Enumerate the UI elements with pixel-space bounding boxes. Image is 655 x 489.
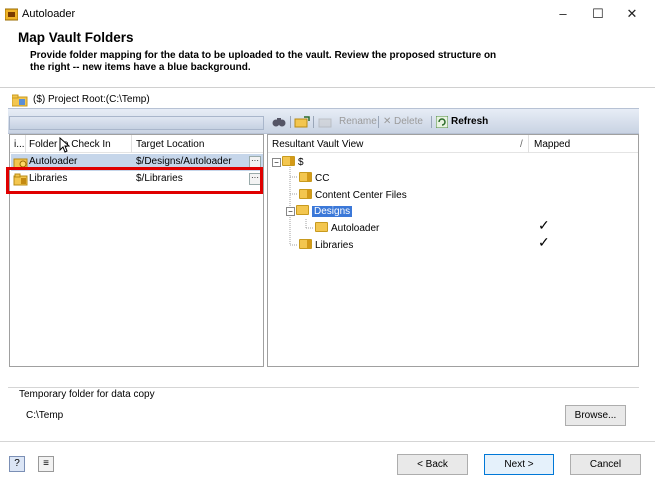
column-divider bbox=[528, 135, 529, 153]
autoloader-app-icon bbox=[4, 8, 19, 21]
tree-label: Libraries bbox=[315, 240, 354, 251]
tree-label: Designs bbox=[312, 206, 353, 217]
column-divider bbox=[25, 135, 26, 153]
tree-node-content-center-files[interactable]: Content Center Files bbox=[299, 189, 407, 201]
tree-label: Autoloader bbox=[331, 223, 380, 234]
col-header-mapped[interactable]: Mapped bbox=[534, 139, 570, 150]
toolbar-divider bbox=[378, 116, 379, 128]
temp-folder-path: C:\Temp bbox=[26, 410, 64, 421]
project-root-label: ($) Project Root:(C:\Temp) bbox=[33, 94, 150, 105]
browse-button[interactable]: Browse... bbox=[565, 405, 626, 426]
vault-folder-icon bbox=[299, 239, 312, 249]
footer-divider bbox=[0, 441, 655, 442]
col-header-target[interactable]: Target Location bbox=[136, 139, 204, 150]
tree-node-autoloader[interactable]: Autoloader bbox=[315, 222, 379, 234]
toolbar-divider bbox=[290, 116, 291, 128]
project-root-bar: ($) Project Root:(C:\Temp) bbox=[8, 94, 639, 107]
col-header-icon[interactable]: i... bbox=[14, 139, 25, 150]
collapse-toggle-icon[interactable]: − bbox=[286, 207, 295, 216]
red-highlight-annotation bbox=[6, 167, 263, 194]
header-divider bbox=[0, 87, 655, 88]
row-folder-name: Autoloader bbox=[29, 156, 78, 167]
tree-label: Content Center Files bbox=[315, 190, 407, 201]
row-target-location: $/Designs/Autoloader bbox=[136, 156, 232, 167]
minimize-button[interactable]: – bbox=[548, 4, 578, 24]
delete-x-icon: ✕ bbox=[383, 116, 392, 127]
grid-header: i... Folder to Check In Target Location bbox=[10, 135, 263, 153]
next-button[interactable]: Next > bbox=[484, 454, 554, 475]
help-icon[interactable]: ? bbox=[9, 456, 25, 472]
cancel-button[interactable]: Cancel bbox=[570, 454, 641, 475]
refresh-button[interactable]: Refresh bbox=[451, 116, 488, 127]
tree-node-cc[interactable]: CC bbox=[299, 172, 329, 184]
tree-node-designs[interactable]: − Designs bbox=[286, 205, 353, 217]
window-title: Autoloader bbox=[22, 8, 76, 20]
move-folder-icon[interactable] bbox=[318, 116, 334, 131]
vault-folder-icon bbox=[299, 172, 312, 182]
page-description: Provide folder mapping for the data to b… bbox=[30, 50, 497, 73]
vault-view-toolbar: Rename ✕ Delete Refresh bbox=[267, 113, 639, 131]
new-folder-icon[interactable] bbox=[294, 116, 310, 131]
tree-node-root[interactable]: − $ bbox=[272, 156, 304, 168]
open-folder-icon bbox=[296, 205, 309, 215]
tree-node-libraries[interactable]: Libraries bbox=[299, 239, 353, 251]
refresh-icon bbox=[435, 115, 449, 131]
rename-button[interactable]: Rename bbox=[339, 116, 377, 127]
back-button[interactable]: < Back bbox=[397, 454, 468, 475]
binoculars-icon[interactable] bbox=[272, 116, 286, 131]
vault-folder-icon bbox=[299, 189, 312, 199]
mapped-check-icon: ✓ bbox=[538, 234, 550, 250]
folder-icon bbox=[315, 222, 328, 232]
tree-label: $ bbox=[298, 157, 304, 168]
tree-label: CC bbox=[315, 173, 330, 184]
toolbar-divider bbox=[313, 116, 314, 128]
page-title: Map Vault Folders bbox=[18, 30, 134, 45]
column-divider bbox=[131, 135, 132, 153]
left-pane-toolbar bbox=[9, 116, 264, 130]
log-document-icon[interactable]: ≡ bbox=[38, 456, 54, 472]
close-button[interactable]: ✕ bbox=[617, 4, 647, 24]
vault-root-icon bbox=[282, 156, 295, 166]
resultant-vault-view: Resultant Vault View / Mapped − $ CC Cont… bbox=[267, 134, 639, 367]
collapse-toggle-icon[interactable]: − bbox=[272, 158, 281, 167]
maximize-button[interactable]: ☐ bbox=[583, 4, 613, 24]
delete-button[interactable]: Delete bbox=[394, 116, 423, 127]
toolbar-divider bbox=[431, 116, 432, 128]
mapped-check-icon: ✓ bbox=[538, 217, 550, 233]
temp-folder-label: Temporary folder for data copy bbox=[17, 389, 157, 400]
